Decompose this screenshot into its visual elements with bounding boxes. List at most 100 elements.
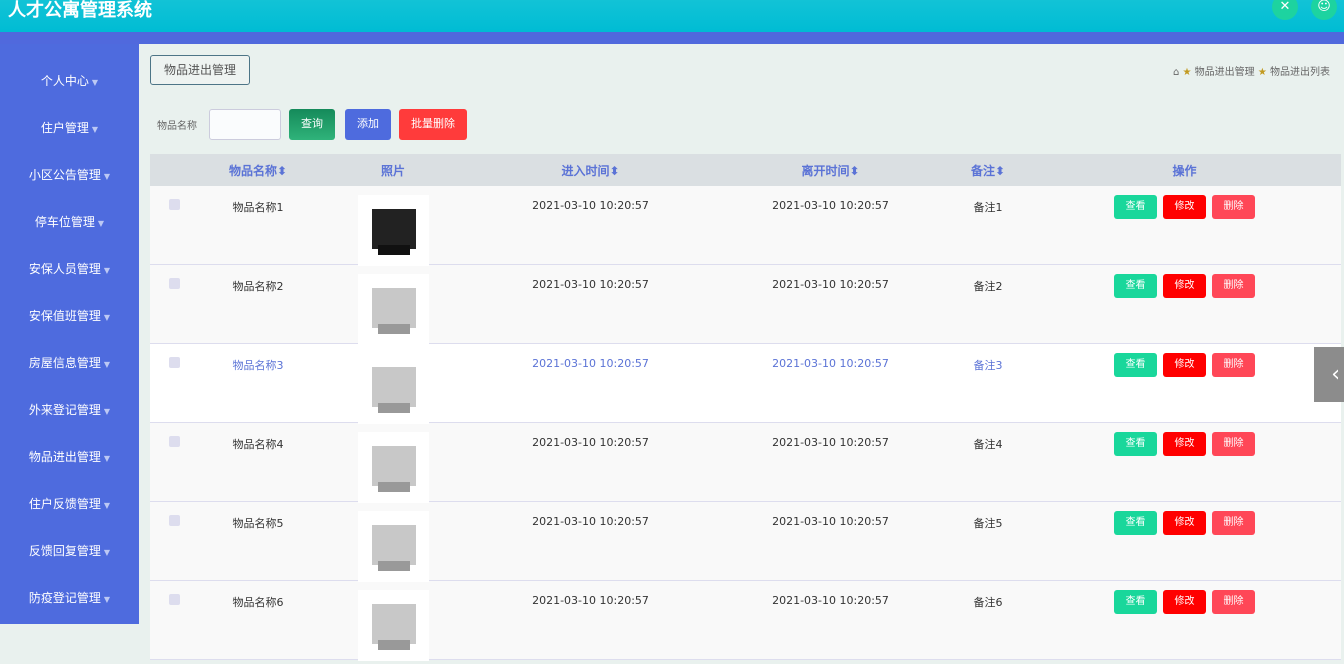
caret-down-icon: ▼ [91,125,99,134]
item-name: 物品名称4 [232,438,284,451]
top-bar: 人才公寓管理系统 ✕ ☺ [0,0,1344,32]
sidebar-item[interactable]: 房屋信息管理 ▼ [0,340,139,387]
caret-down-icon: ▼ [103,595,111,604]
note: 备注3 [973,359,1003,372]
sidebar: 个人中心 ▼ 住户管理 ▼ 小区公告管理 ▼ 停车位管理 ▼ 安保人员管理 ▼ 安保值班管理 ▼ 房屋信… [0,44,139,624]
view-button[interactable]: 查看 [1114,274,1157,298]
out-time: 2021-03-10 10:20:57 [772,278,889,291]
sidebar-item[interactable]: 个人中心 ▼ [0,58,139,105]
sidebar-item[interactable]: 小区公告管理 ▼ [0,152,139,199]
col-out-time[interactable]: 离开时间⬍ [713,162,948,179]
view-button[interactable]: 查看 [1114,511,1157,535]
sidebar-item[interactable]: 住户管理 ▼ [0,105,139,152]
delete-button[interactable]: 删除 [1212,274,1255,298]
sidebar-item[interactable]: 反馈回复管理 ▼ [0,528,139,575]
col-photo: 照片 [380,163,405,178]
col-name[interactable]: 物品名称⬍ [198,162,318,179]
caret-down-icon: ▼ [91,78,99,87]
col-note[interactable]: 备注⬍ [948,162,1028,179]
delete-button[interactable]: 删除 [1212,195,1255,219]
app-title: 人才公寓管理系统 [8,0,152,21]
out-time: 2021-03-10 10:20:57 [772,357,889,370]
out-time: 2021-03-10 10:20:57 [772,594,889,607]
add-button[interactable]: 添加 [345,109,391,140]
delete-button[interactable]: 删除 [1212,353,1255,377]
item-name: 物品名称6 [232,596,284,609]
edit-button[interactable]: 修改 [1163,353,1206,377]
out-time: 2021-03-10 10:20:57 [772,199,889,212]
col-in-time[interactable]: 进入时间⬍ [468,162,713,179]
query-button[interactable]: 查询 [289,109,335,140]
delete-button[interactable]: 删除 [1212,511,1255,535]
sidebar-item[interactable]: 停车位管理 ▼ [0,199,139,246]
row-checkbox[interactable] [168,278,180,289]
edit-button[interactable]: 修改 [1163,511,1206,535]
in-time: 2021-03-10 10:20:57 [532,199,649,212]
item-photo[interactable] [357,432,429,503]
search-bar: 物品名称 查询 添加 批量删除 [157,109,467,140]
col-actions: 操作 [1172,163,1197,178]
row-checkbox[interactable] [168,515,180,526]
note: 备注1 [973,201,1003,214]
edit-button[interactable]: 修改 [1163,590,1206,614]
row-checkbox[interactable] [168,594,180,605]
item-name: 物品名称2 [232,280,284,293]
view-button[interactable]: 查看 [1114,353,1157,377]
edit-button[interactable]: 修改 [1163,195,1206,219]
sidebar-item[interactable]: 安保值班管理 ▼ [0,293,139,340]
edit-button[interactable]: 修改 [1163,274,1206,298]
in-time: 2021-03-10 10:20:57 [532,515,649,528]
item-name-input[interactable] [209,109,281,140]
item-photo[interactable] [357,195,429,266]
row-checkbox[interactable] [168,357,180,368]
breadcrumb-item[interactable]: 物品进出管理 [1195,67,1255,78]
in-time: 2021-03-10 10:20:57 [532,278,649,291]
header-band [0,32,1344,44]
note: 备注6 [973,596,1003,609]
fullscreen-icon[interactable]: ✕ [1272,0,1298,20]
in-time: 2021-03-10 10:20:57 [532,357,649,370]
item-name: 物品名称1 [232,201,284,214]
item-photo[interactable] [357,274,429,345]
delete-button[interactable]: 删除 [1212,432,1255,456]
user-icon[interactable]: ☺ [1311,0,1337,20]
table-row: 物品名称5 2021-03-10 10:20:57 2021-03-10 10:… [150,502,1341,582]
caret-down-icon: ▼ [103,360,111,369]
view-button[interactable]: 查看 [1114,590,1157,614]
collapse-handle[interactable]: ‹ [1314,347,1344,402]
row-checkbox[interactable] [168,199,180,210]
breadcrumb-item: 物品进出列表 [1270,67,1330,78]
sidebar-item[interactable]: 外来登记管理 ▼ [0,387,139,434]
in-time: 2021-03-10 10:20:57 [532,594,649,607]
caret-down-icon: ▼ [103,407,111,416]
row-checkbox[interactable] [168,436,180,447]
caret-down-icon: ▼ [97,219,105,228]
sidebar-item[interactable]: 安保人员管理 ▼ [0,246,139,293]
view-button[interactable]: 查看 [1114,432,1157,456]
item-photo[interactable] [357,590,429,661]
caret-down-icon: ▼ [103,454,111,463]
sidebar-item[interactable]: 物品进出管理 ▼ [0,434,139,481]
table-row: 物品名称4 2021-03-10 10:20:57 2021-03-10 10:… [150,423,1341,503]
caret-down-icon: ▼ [103,501,111,510]
breadcrumb: ⌂ ★ 物品进出管理 ★ 物品进出列表 [1173,63,1330,78]
home-icon[interactable]: ⌂ [1173,67,1179,78]
table-row: 物品名称6 2021-03-10 10:20:57 2021-03-10 10:… [150,581,1341,661]
delete-button[interactable]: 删除 [1212,590,1255,614]
search-label: 物品名称 [157,121,197,132]
caret-down-icon: ▼ [103,313,111,322]
item-photo[interactable] [357,353,429,424]
note: 备注5 [973,517,1003,530]
table-row: 物品名称2 2021-03-10 10:20:57 2021-03-10 10:… [150,265,1341,345]
item-name: 物品名称5 [232,517,284,530]
batch-delete-button[interactable]: 批量删除 [399,109,467,140]
star-icon: ★ [1257,67,1267,78]
view-button[interactable]: 查看 [1114,195,1157,219]
tab-item-management[interactable]: 物品进出管理 [150,55,250,85]
note: 备注2 [973,280,1003,293]
sidebar-item[interactable]: 防疫登记管理 ▼ [0,575,139,622]
item-photo[interactable] [357,511,429,582]
edit-button[interactable]: 修改 [1163,432,1206,456]
note: 备注4 [973,438,1003,451]
sidebar-item[interactable]: 住户反馈管理 ▼ [0,481,139,528]
